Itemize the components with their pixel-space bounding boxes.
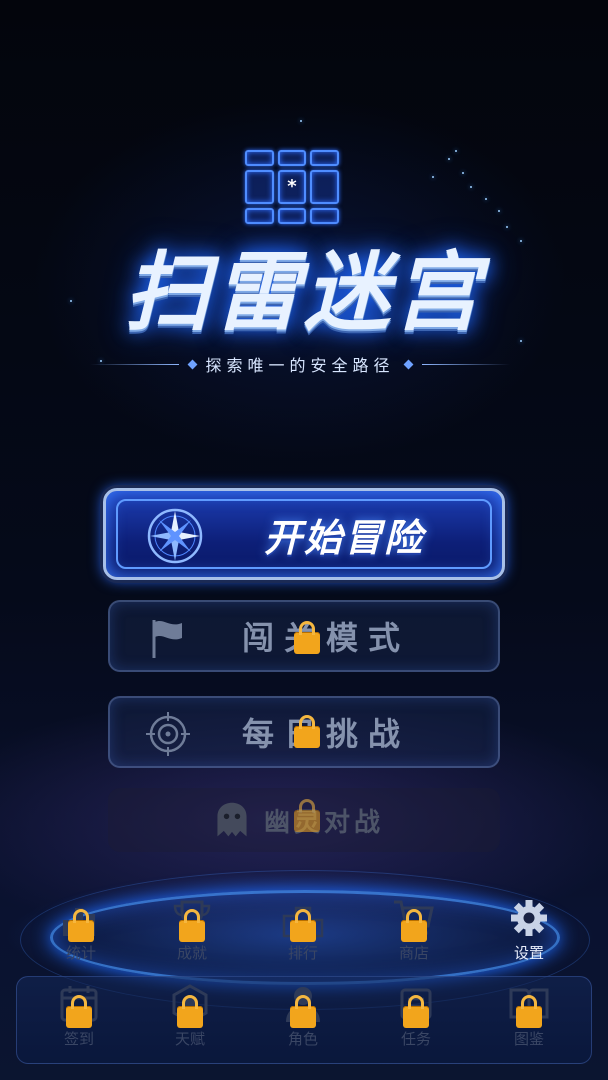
ghost-battle-button[interactable]: 幽灵对战 <box>108 788 500 852</box>
nav-talent-label: 天赋 <box>174 1030 205 1048</box>
diamond-icon <box>403 359 413 369</box>
flag-icon <box>152 620 182 658</box>
nav-character[interactable]: 角色 <box>268 984 338 1054</box>
lock-icon <box>66 995 92 1028</box>
lock-icon <box>516 995 542 1028</box>
nav-stats[interactable]: 统计 <box>46 898 116 968</box>
logo-cell <box>310 150 339 166</box>
lock-icon <box>177 995 203 1028</box>
nav-achievements[interactable]: 成就 <box>157 898 227 968</box>
nav-ranking[interactable]: 排行 <box>268 898 338 968</box>
main-menu-screen: * 扫雷迷宫 探索唯一的安全路径 开始冒险 闯关模式 每日挑战 幽灵对战 统计 … <box>0 0 608 1080</box>
level-mode-label: 闯关模式 <box>241 619 410 657</box>
divider <box>421 363 511 365</box>
subtitle-row: 探索唯一的安全路径 <box>90 352 511 376</box>
nav-codex-label: 图鉴 <box>513 1030 544 1048</box>
divider <box>90 363 179 365</box>
nav-character-label: 角色 <box>287 1030 318 1048</box>
lock-icon <box>294 799 320 832</box>
nav-checkin[interactable]: 签到 <box>44 984 114 1054</box>
lock-icon <box>294 621 320 654</box>
nav-checkin-label: 签到 <box>63 1030 94 1048</box>
diamond-icon <box>187 359 197 369</box>
level-mode-button[interactable]: 闯关模式 <box>108 600 500 672</box>
nav-talent[interactable]: 天赋 <box>155 984 225 1054</box>
lock-icon <box>179 909 205 942</box>
logo-mine-cell: * <box>277 170 307 204</box>
nav-settings[interactable]: 设置 <box>494 898 564 968</box>
lock-icon <box>403 995 429 1028</box>
lock-icon <box>401 909 427 942</box>
logo-cell <box>277 150 307 166</box>
nav-tasks[interactable]: 任务 <box>381 984 451 1054</box>
logo-cell <box>245 150 274 166</box>
nav-shop[interactable]: 商店 <box>379 898 449 968</box>
logo-cell <box>245 170 274 204</box>
nav-stats-label: 统计 <box>65 944 96 962</box>
compass-icon <box>147 508 203 564</box>
daily-challenge-label: 每日挑战 <box>241 715 410 753</box>
lock-icon <box>290 909 316 942</box>
nav-codex[interactable]: 图鉴 <box>494 984 564 1054</box>
lock-icon <box>290 995 316 1028</box>
ghost-icon <box>217 802 247 837</box>
target-icon <box>146 712 190 756</box>
logo-minefield-icon: * <box>245 150 339 224</box>
nav-ranking-label: 排行 <box>287 944 318 962</box>
nav-tasks-label: 任务 <box>400 1030 431 1048</box>
game-subtitle: 探索唯一的安全路径 <box>205 356 395 375</box>
game-title: 扫雷迷宫 <box>124 243 484 343</box>
lock-icon <box>68 909 94 942</box>
lock-icon <box>294 715 320 748</box>
ghost-battle-label: 幽灵对战 <box>263 807 384 838</box>
gear-icon <box>511 900 547 936</box>
nav-settings-label: 设置 <box>513 944 544 962</box>
daily-challenge-button[interactable]: 每日挑战 <box>108 696 500 768</box>
nav-achievements-label: 成就 <box>176 944 207 962</box>
nav-shop-label: 商店 <box>398 944 429 962</box>
logo-cell <box>310 170 339 204</box>
